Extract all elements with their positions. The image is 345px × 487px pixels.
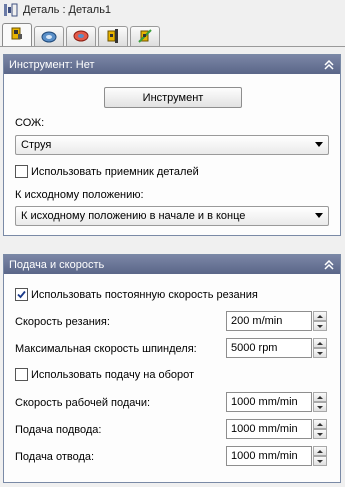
chevron-up-icon — [317, 314, 323, 318]
home-position-value: К исходному положению в начале и в конце — [21, 210, 246, 222]
chevron-down-icon — [315, 213, 323, 218]
lead-in-stepper[interactable]: 1000 mm/min — [226, 419, 327, 439]
stepper-arrows — [313, 338, 327, 358]
constant-speed-checkbox[interactable]: Использовать постоянную скорость резания — [15, 288, 258, 301]
stepper-down-button[interactable] — [313, 456, 327, 466]
tab-part-setup[interactable] — [2, 23, 32, 47]
tool-holder-icon — [72, 29, 90, 46]
checkbox-box[interactable] — [15, 368, 28, 381]
feed-per-rev-checkbox[interactable]: Использовать подачу на оборот — [15, 368, 194, 381]
lead-out-input[interactable]: 1000 mm/min — [226, 446, 312, 466]
max-spindle-label: Максимальная скорость шпинделя: — [15, 343, 197, 355]
chevron-down-icon — [317, 351, 323, 355]
chevron-up-icon — [317, 422, 323, 426]
tool-panel: Инструмент: Нет Инструмент СОЖ: Струя Ис… — [3, 54, 341, 236]
constant-speed-label: Использовать постоянную скорость резания — [31, 288, 258, 301]
stepper-up-button[interactable] — [313, 311, 327, 321]
chevron-down-icon — [317, 324, 323, 328]
stepper-down-button[interactable] — [313, 348, 327, 358]
tab-program-end[interactable] — [130, 26, 160, 47]
cutting-speed-stepper[interactable]: 200 m/min — [226, 311, 327, 331]
stepper-down-button[interactable] — [313, 402, 327, 412]
home-position-select[interactable]: К исходному положению в начале и в конце — [15, 206, 329, 226]
checkbox-box[interactable] — [15, 288, 28, 301]
lead-in-input[interactable]: 1000 mm/min — [226, 419, 312, 439]
cutting-speed-input[interactable]: 200 m/min — [226, 311, 312, 331]
stepper-down-button[interactable] — [313, 321, 327, 331]
window-title-bar: Деталь : Деталь1 — [0, 0, 345, 20]
coolant-select[interactable]: Струя — [15, 135, 329, 155]
feed-speed-panel-header[interactable]: Подача и скорость — [4, 255, 340, 274]
stepper-up-button[interactable] — [313, 419, 327, 429]
chevron-down-icon — [317, 432, 323, 436]
tab-tool-geometry[interactable] — [34, 26, 64, 47]
coolant-value: Струя — [21, 139, 52, 151]
tool-geometry-icon — [40, 29, 58, 46]
part-icon — [3, 3, 19, 17]
work-feed-label: Скорость рабочей подачи: — [15, 397, 151, 409]
part-setup-icon — [9, 26, 25, 45]
stepper-arrows — [313, 419, 327, 439]
feed-speed-panel-title: Подача и скорость — [9, 258, 105, 271]
stepper-up-button[interactable] — [313, 446, 327, 456]
lead-out-stepper[interactable]: 1000 mm/min — [226, 446, 327, 466]
coolant-label: СОЖ: — [15, 117, 45, 129]
feed-per-rev-label: Использовать подачу на оборот — [31, 368, 195, 381]
stepper-up-button[interactable] — [313, 392, 327, 402]
stepper-arrows — [313, 446, 327, 466]
chevron-up-icon — [317, 449, 323, 453]
feed-speed-panel: Подача и скорость Использовать постоянну… — [3, 254, 341, 483]
stepper-arrows — [313, 392, 327, 412]
stepper-down-button[interactable] — [313, 429, 327, 439]
lead-in-label: Подача подвода: — [15, 424, 102, 436]
tab-tool-holder[interactable] — [66, 26, 96, 47]
tool-panel-title: Инструмент: Нет — [9, 58, 95, 71]
tab-separator — [0, 46, 345, 47]
tab-strip — [2, 23, 162, 47]
work-feed-stepper[interactable]: 1000 mm/min — [226, 392, 327, 412]
chevron-down-icon — [317, 459, 323, 463]
feed-speed-icon — [105, 28, 121, 47]
stepper-arrows — [313, 311, 327, 331]
work-feed-input[interactable]: 1000 mm/min — [226, 392, 312, 412]
cutting-speed-label: Скорость резания: — [15, 316, 110, 328]
checkbox-box[interactable] — [15, 165, 28, 178]
lead-out-label: Подача отвода: — [15, 451, 95, 463]
collapse-icon[interactable] — [322, 258, 336, 272]
stepper-up-button[interactable] — [313, 338, 327, 348]
use-catcher-checkbox[interactable]: Использовать приемник деталей — [15, 165, 199, 178]
max-spindle-input[interactable]: 5000 rpm — [226, 338, 312, 358]
home-position-label: К исходному положению: — [15, 189, 144, 201]
max-spindle-stepper[interactable]: 5000 rpm — [226, 338, 327, 358]
tool-panel-header[interactable]: Инструмент: Нет — [4, 55, 340, 74]
program-end-icon — [137, 28, 153, 47]
chevron-down-icon — [317, 405, 323, 409]
tool-button[interactable]: Инструмент — [104, 87, 242, 108]
collapse-icon[interactable] — [322, 58, 336, 72]
window-title: Деталь : Деталь1 — [23, 4, 112, 16]
checkmark-icon — [17, 290, 26, 299]
tab-feed-speed[interactable] — [98, 26, 128, 47]
chevron-up-icon — [317, 341, 323, 345]
chevron-up-icon — [317, 395, 323, 399]
use-catcher-label: Использовать приемник деталей — [31, 165, 199, 178]
chevron-down-icon — [315, 142, 323, 147]
